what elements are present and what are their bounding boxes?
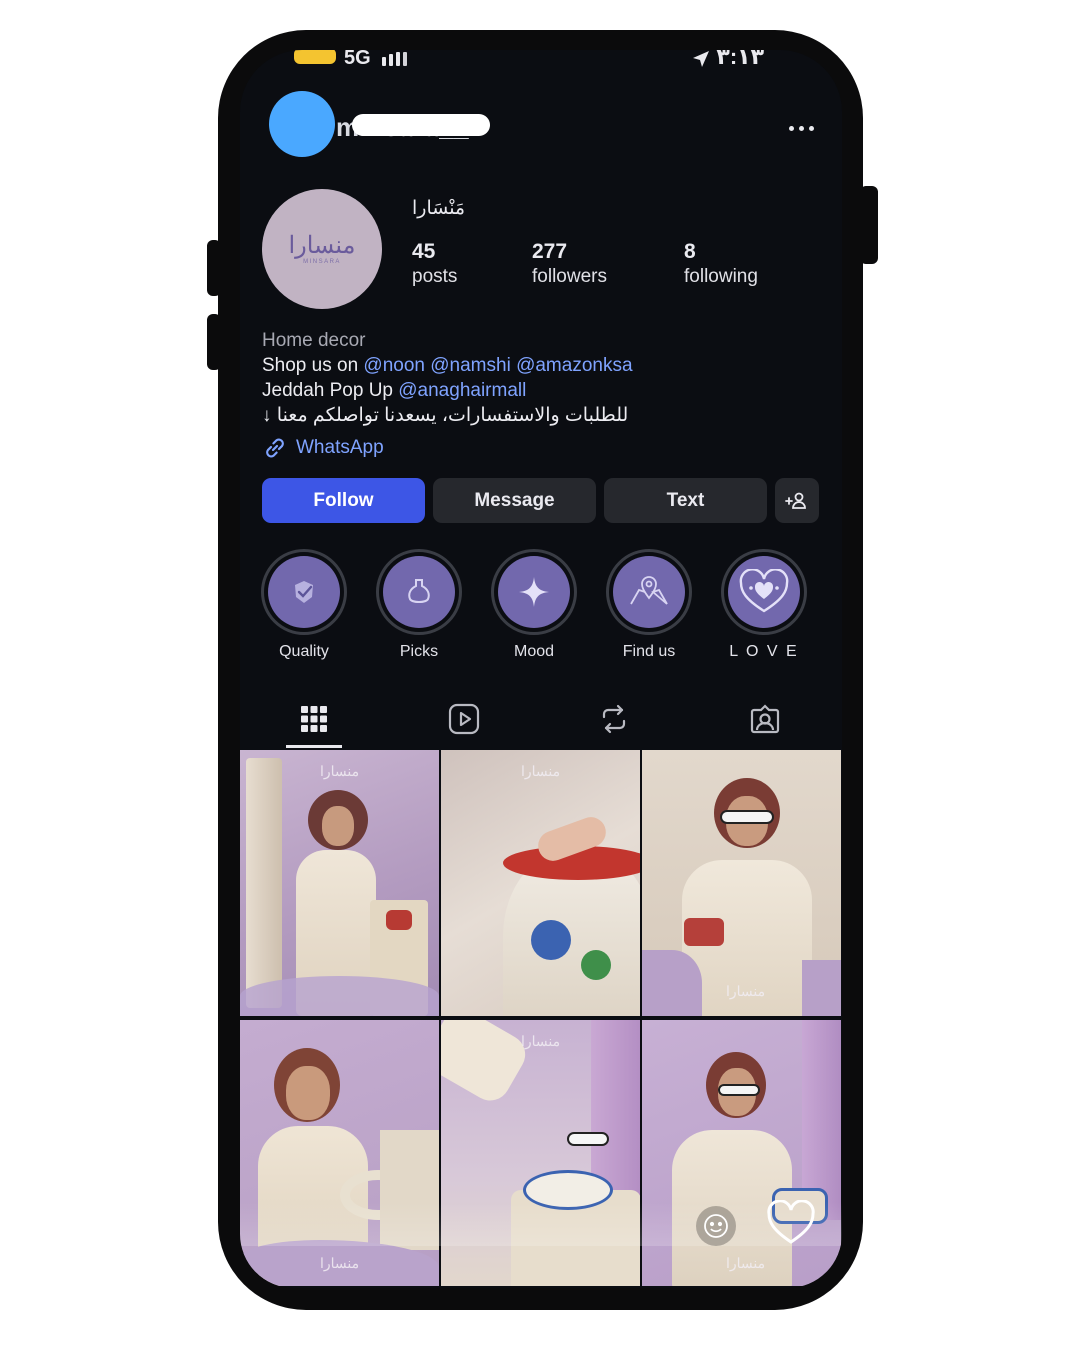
followers-label: followers <box>532 266 607 287</box>
check-badge-icon <box>295 581 313 603</box>
whatsapp-link[interactable]: WhatsApp <box>262 435 384 461</box>
bio-shop-mentions[interactable]: @noon @namshi @amazonksa <box>363 355 632 376</box>
highlight-quality[interactable]: Quality <box>259 549 349 661</box>
reels-icon <box>448 703 480 735</box>
posts-label: posts <box>412 266 458 287</box>
profile-bio: Home decor Shop us on @noon @namshi @ama… <box>262 328 822 428</box>
following-stat[interactable]: 8 following <box>684 240 758 288</box>
following-label: following <box>684 266 758 287</box>
bio-popup-mention[interactable]: @anaghairmall <box>398 380 526 401</box>
link-label: WhatsApp <box>296 437 384 458</box>
highlight-picks[interactable]: Picks <box>374 549 464 661</box>
link-icon <box>266 438 284 458</box>
brand-logo: منسارا <box>288 231 356 259</box>
tab-reels[interactable] <box>444 699 484 739</box>
highlight-label: Quality <box>279 643 329 660</box>
highlight-find-us[interactable]: Find us <box>604 549 694 661</box>
grid-watermark: منسارا <box>320 764 360 780</box>
bio-shop-prefix: Shop us on <box>262 355 364 376</box>
highlight-label: Picks <box>399 643 439 660</box>
reposts-icon <box>602 704 626 734</box>
bio-line-popup: Jeddah Pop Up @anaghairmall <box>262 378 822 403</box>
tab-reposts[interactable] <box>594 699 634 739</box>
reaction-button[interactable] <box>696 1206 736 1246</box>
add-person-icon <box>785 492 806 509</box>
message-button[interactable]: Message <box>433 478 596 523</box>
location-arrow-icon <box>693 51 709 67</box>
profile-tabs <box>240 685 842 749</box>
network-type: 5G <box>344 50 371 69</box>
highlight-label: Mood <box>513 643 555 660</box>
status-time: ٣:١٣ <box>716 50 764 69</box>
bottom-overlay <box>240 1202 842 1246</box>
posts-stat[interactable]: 45 posts <box>412 240 457 288</box>
grid-watermark: منسارا <box>726 1256 766 1272</box>
redaction-bar <box>352 114 490 136</box>
grid-watermark: منسارا <box>521 1034 561 1050</box>
profile-picture[interactable]: منسارا MINSARA <box>262 189 382 309</box>
post-thumbnail[interactable]: منسارا <box>240 1020 439 1286</box>
followers-count: 277 <box>532 240 568 263</box>
highlight-love[interactable]: L O V E <box>719 549 809 661</box>
followers-stat[interactable]: 277 followers <box>532 240 607 288</box>
following-count: 8 <box>684 240 696 263</box>
posts-count: 45 <box>412 240 436 263</box>
heart-outline-icon <box>767 1199 815 1244</box>
tab-posts[interactable] <box>294 699 334 739</box>
post-thumbnail[interactable]: منسارا <box>240 750 439 1016</box>
smiley-icon <box>704 1214 728 1238</box>
active-tab-indicator <box>286 745 342 748</box>
tagged-icon <box>750 704 780 734</box>
more-options-icon[interactable] <box>789 126 814 131</box>
text-button[interactable]: Text <box>604 478 767 523</box>
bio-line-arabic: للطلبات والاستفسارات، يسعدنا تواصلكم معن… <box>262 405 629 426</box>
status-bar: 5G ٣:١٣ <box>240 50 842 90</box>
suggest-people-button[interactable] <box>775 478 819 523</box>
status-indicator <box>294 50 336 64</box>
tab-tagged[interactable] <box>745 699 785 739</box>
highlight-mood[interactable]: Mood <box>489 549 579 661</box>
bio-popup-prefix: Jeddah Pop Up <box>262 380 399 401</box>
highlight-label: Find us <box>622 643 676 660</box>
bio-category: Home decor <box>262 330 366 351</box>
follow-button[interactable]: Follow <box>262 478 425 523</box>
post-thumbnail[interactable]: منسارا <box>441 750 640 1016</box>
grid-watermark: منسارا <box>726 984 766 1000</box>
highlight-label: L O V E <box>729 643 799 660</box>
like-button[interactable] <box>766 1199 816 1248</box>
grid-icon <box>301 706 327 732</box>
vase-icon <box>408 579 430 603</box>
heart-icon <box>739 569 789 613</box>
display-name: مَنْسَارا <box>412 198 466 219</box>
brand-logo-subtext: MINSARA <box>303 259 341 265</box>
bio-line-shop: Shop us on @noon @namshi @amazonksa <box>262 353 822 378</box>
post-thumbnail[interactable]: منسارا <box>642 750 841 1016</box>
grid-watermark: منسارا <box>320 1256 360 1272</box>
phone-screen: 5G ٣:١٣ minsara__ منسارا MINSARA مَنْسَا… <box>240 50 842 1288</box>
sparkle-icon <box>519 577 549 607</box>
map-pin-icon <box>630 576 668 605</box>
grid-watermark: منسارا <box>521 764 561 780</box>
signal-icon <box>382 52 407 66</box>
account-avatar[interactable] <box>269 91 335 157</box>
post-thumbnail[interactable]: منسارا <box>441 1020 640 1286</box>
